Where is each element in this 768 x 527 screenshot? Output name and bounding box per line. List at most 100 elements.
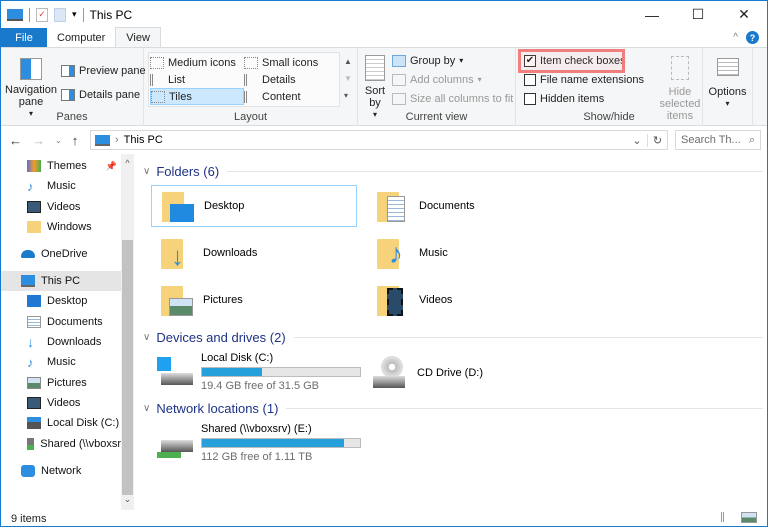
navigation-pane-button[interactable]: Navigation pane ▾ xyxy=(5,52,57,120)
minimize-button[interactable]: — xyxy=(629,1,675,28)
layout-content[interactable]: Content xyxy=(244,88,338,105)
preview-pane-button[interactable]: Preview pane xyxy=(61,62,146,79)
this-pc-icon xyxy=(95,134,110,146)
help-icon[interactable]: ? xyxy=(746,31,759,44)
address-bar[interactable]: › This PC ⌄ ↻ xyxy=(90,130,668,150)
documents-icon xyxy=(27,316,41,328)
file-name-extensions-checkbox[interactable] xyxy=(524,73,536,86)
collapse-chevron-icon[interactable]: ∨ xyxy=(143,403,150,414)
chevron-up-icon[interactable]: ^ xyxy=(733,32,738,43)
folders-section-header[interactable]: ∨ Folders (6) xyxy=(143,164,763,179)
large-icons-view-icon[interactable] xyxy=(741,512,757,523)
nav-item-videos-2[interactable]: Videos xyxy=(1,393,121,413)
nav-item-documents[interactable]: Documents xyxy=(1,312,121,332)
layout-details[interactable]: Details xyxy=(244,71,338,88)
size-all-columns-button[interactable]: Size all columns to fit xyxy=(392,90,513,107)
medium-icons-icon xyxy=(150,56,164,69)
nav-item-desktop[interactable]: Desktop xyxy=(1,291,121,311)
breadcrumb-this-pc[interactable]: This PC xyxy=(124,134,163,146)
close-button[interactable]: ✕ xyxy=(721,1,767,28)
documents-folder-icon xyxy=(375,188,411,224)
details-view-icon[interactable] xyxy=(721,512,735,522)
details-icon xyxy=(244,73,258,86)
folder-tile-pictures[interactable]: Pictures xyxy=(151,279,357,321)
back-button[interactable]: ← xyxy=(9,133,22,148)
nav-pane-scrollbar[interactable]: ^ ⌄ xyxy=(121,154,134,510)
drive-local-disk-c[interactable]: Local Disk (C:) 19.4 GB free of 31.5 GB xyxy=(155,352,361,392)
tab-file[interactable]: File xyxy=(1,28,47,47)
nav-item-onedrive[interactable]: OneDrive xyxy=(1,244,121,264)
window-title: This PC xyxy=(89,7,133,22)
item-check-boxes-highlight xyxy=(518,49,625,73)
nav-item-shared[interactable]: Shared (\\vboxsr xyxy=(1,434,121,454)
nav-item-network[interactable]: Network xyxy=(1,461,121,481)
layout-scroll[interactable]: ▲ ▼ ▾ xyxy=(344,53,352,104)
music-icon: ♪ xyxy=(27,178,34,194)
tab-computer[interactable]: Computer xyxy=(47,28,115,47)
folder-tile-desktop[interactable]: Desktop xyxy=(151,185,357,227)
forward-button[interactable]: → xyxy=(32,133,45,148)
add-columns-button[interactable]: Add columns ▾ xyxy=(392,71,513,88)
hidden-items-checkbox[interactable] xyxy=(524,92,536,105)
nav-item-themes[interactable]: Themes 📌 xyxy=(1,156,121,176)
layout-small-icons[interactable]: Small icons xyxy=(244,54,338,71)
file-name-extensions-toggle[interactable]: File name extensions xyxy=(524,71,644,88)
add-columns-icon xyxy=(392,73,406,86)
address-dropdown-icon[interactable]: ⌄ xyxy=(627,134,647,147)
pin-icon[interactable]: 📌 xyxy=(106,161,117,172)
nav-item-music-2[interactable]: ♪ Music xyxy=(1,352,121,372)
folder-tile-documents[interactable]: Documents xyxy=(367,185,573,227)
details-pane-button[interactable]: Details pane xyxy=(61,86,146,103)
collapse-chevron-icon[interactable]: ∨ xyxy=(143,332,150,343)
new-folder-icon[interactable] xyxy=(54,7,66,22)
small-icons-icon xyxy=(244,56,258,69)
panes-group-label: Panes xyxy=(56,111,88,123)
refresh-icon[interactable]: ↻ xyxy=(647,133,667,147)
size-columns-icon xyxy=(392,92,406,105)
nav-item-videos[interactable]: Videos xyxy=(1,197,121,217)
nav-item-pictures[interactable]: Pictures xyxy=(1,373,121,393)
options-icon xyxy=(716,58,739,76)
downloads-folder-icon: ↓ xyxy=(159,235,195,271)
network-drive-shared[interactable]: Shared (\\vboxsrv) (E:) 112 GB free of 1… xyxy=(155,423,361,463)
folder-tile-music[interactable]: ♪ Music xyxy=(367,232,573,274)
layout-list[interactable]: List xyxy=(150,71,244,88)
nav-item-this-pc[interactable]: This PC xyxy=(1,271,121,291)
drive-cd-d[interactable]: CD Drive (D:) xyxy=(371,356,483,390)
layout-tiles[interactable]: Tiles xyxy=(150,88,244,105)
sort-icon xyxy=(365,55,385,81)
up-button[interactable]: ↑ xyxy=(72,133,79,148)
tab-view[interactable]: View xyxy=(115,27,161,47)
content-icon xyxy=(244,90,258,103)
scroll-up-icon[interactable]: ^ xyxy=(121,158,134,168)
layout-medium-icons[interactable]: Medium icons xyxy=(150,54,244,71)
customize-quick-access-icon[interactable]: ▾ xyxy=(72,9,77,20)
nav-item-windows[interactable]: Windows xyxy=(1,217,121,237)
maximize-button[interactable]: ☐ xyxy=(675,1,721,28)
network-section-header[interactable]: ∨ Network locations (1) xyxy=(143,401,763,416)
folder-tile-downloads[interactable]: ↓ Downloads xyxy=(151,232,357,274)
hidden-items-toggle[interactable]: Hidden items xyxy=(524,90,644,107)
scrollbar-thumb[interactable] xyxy=(122,240,133,495)
group-by-button[interactable]: Group by ▾ xyxy=(392,52,513,69)
desktop-folder-icon xyxy=(160,188,196,224)
collapse-chevron-icon[interactable]: ∨ xyxy=(143,166,150,177)
search-input[interactable]: Search Th... ⌕ xyxy=(675,130,761,150)
local-disk-icon xyxy=(155,355,193,389)
network-icon xyxy=(21,465,35,477)
panes-group: Navigation pane ▾ Preview pane Details p… xyxy=(1,48,146,126)
folder-tile-videos[interactable]: Videos xyxy=(367,279,573,321)
videos-icon xyxy=(27,201,41,213)
scroll-down-icon[interactable]: ⌄ xyxy=(121,494,134,505)
ribbon: Navigation pane ▾ Preview pane Details p… xyxy=(1,47,767,126)
nav-item-downloads[interactable]: ↓ Downloads xyxy=(1,332,121,352)
nav-item-local-disk[interactable]: Local Disk (C:) xyxy=(1,413,121,433)
navigation-pane: Themes 📌 ♪ Music Videos Windows OneDrive T… xyxy=(1,154,134,510)
nav-item-music[interactable]: ♪ Music xyxy=(1,176,121,196)
options-button[interactable]: Options ▾ xyxy=(707,52,748,110)
devices-section-header[interactable]: ∨ Devices and drives (2) xyxy=(143,330,763,345)
tiles-icon xyxy=(151,90,165,103)
pictures-icon xyxy=(27,377,41,389)
recent-locations-button[interactable]: ⌄ xyxy=(55,136,62,145)
properties-icon[interactable]: ✓ xyxy=(36,7,48,22)
